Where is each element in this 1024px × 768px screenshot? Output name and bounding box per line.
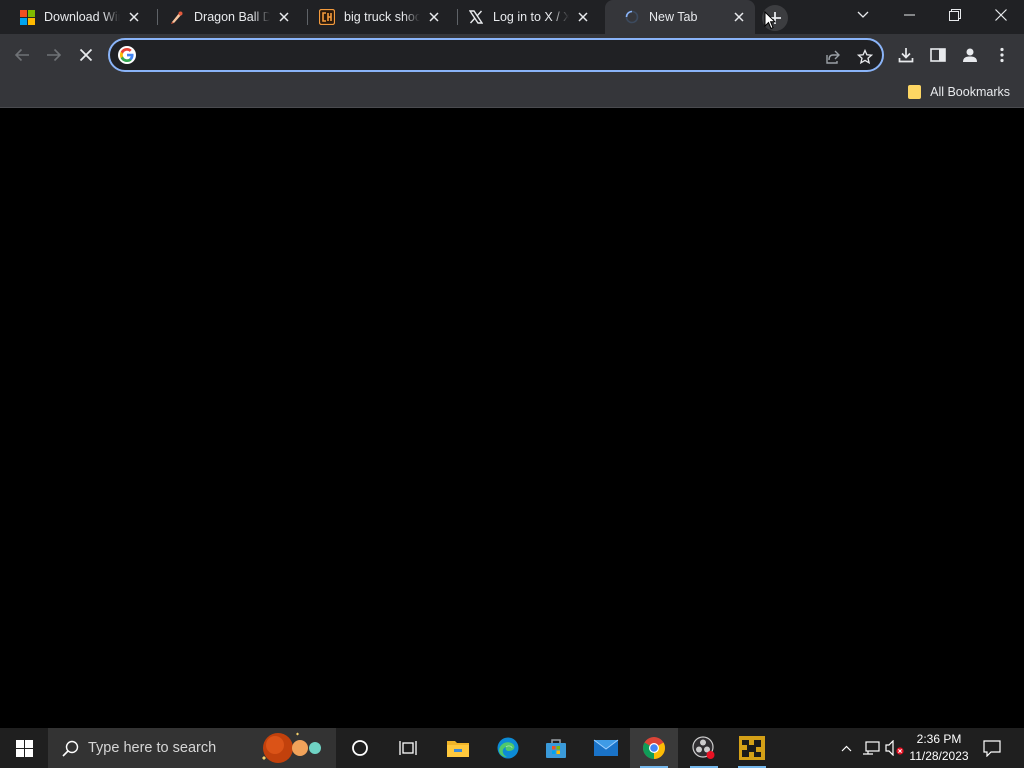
microsoft-store-button[interactable] (532, 728, 580, 768)
kebab-menu-icon (1000, 47, 1004, 63)
arrow-left-icon (14, 48, 29, 62)
all-bookmarks-button[interactable]: All Bookmarks (908, 82, 1010, 102)
windows-logo-icon (15, 739, 33, 757)
store-icon (546, 739, 566, 758)
clock-date: 11/28/2023 (909, 749, 969, 763)
start-button[interactable] (0, 728, 48, 768)
bookmarks-bar: All Bookmarks (0, 76, 1024, 108)
chrome-button[interactable] (630, 728, 678, 768)
tab-title: big truck shooter (344, 10, 420, 24)
address-bar[interactable] (108, 38, 884, 72)
folder-icon (908, 85, 922, 99)
close-window-button[interactable] (978, 0, 1024, 30)
action-center-button[interactable] (978, 728, 1006, 768)
star-icon[interactable] (854, 46, 876, 68)
chevron-down-icon (857, 11, 869, 18)
mail-button[interactable] (582, 728, 630, 768)
close-icon (995, 9, 1007, 21)
close-icon[interactable] (731, 9, 747, 25)
show-hidden-icons-button[interactable] (836, 728, 856, 768)
tab-strip: Download Windows Dragon Ball Desktop big… (0, 0, 1024, 34)
edge-icon (497, 737, 519, 759)
volume-button[interactable] (884, 728, 906, 768)
network-icon (863, 741, 880, 755)
chrome-icon (643, 737, 665, 759)
tab-title: Download Windows (44, 10, 120, 24)
close-icon[interactable] (276, 9, 292, 25)
downloads-button[interactable] (892, 41, 920, 69)
close-icon[interactable] (575, 9, 591, 25)
tab-log-in-to-x[interactable]: Log in to X / X (449, 0, 599, 34)
search-highlight-image (262, 732, 321, 763)
file-explorer-button[interactable] (434, 728, 482, 768)
volume-muted-icon (885, 740, 904, 756)
avatar-icon (963, 48, 977, 62)
taskbar-clock[interactable]: 2:36 PM 11/28/2023 (906, 731, 972, 765)
game-app-icon (739, 736, 765, 760)
mail-icon (593, 739, 619, 756)
task-view-button[interactable] (384, 728, 432, 768)
page-content (0, 108, 1024, 728)
taskbar-search-box[interactable]: Type here to search (48, 728, 336, 768)
chevron-up-icon (841, 745, 851, 751)
tab-search-button[interactable] (840, 0, 886, 30)
minimize-icon (903, 14, 915, 16)
minimize-button[interactable] (886, 0, 932, 30)
game-app-button[interactable] (728, 728, 776, 768)
folder-icon (447, 741, 469, 757)
menu-button[interactable] (988, 41, 1016, 69)
windows-taskbar: Type here to search 2:36 PM 11/28/2023 (0, 728, 1024, 768)
google-logo-icon (118, 46, 136, 64)
restore-button[interactable] (932, 0, 978, 30)
close-icon[interactable] (126, 9, 142, 25)
tab-download-windows[interactable]: Download Windows (0, 0, 150, 34)
tab-title: New Tab (649, 10, 698, 24)
tab-big-truck-shooter[interactable]: big truck shooter (300, 0, 450, 34)
cortana-icon (352, 740, 368, 756)
mouse-cursor-icon (764, 10, 777, 35)
close-icon (79, 48, 93, 62)
loading-spinner-icon (624, 9, 640, 25)
restore-icon (949, 9, 961, 21)
x-logo-icon (468, 9, 484, 25)
address-input[interactable] (146, 46, 806, 66)
notification-icon (983, 739, 1001, 757)
back-button[interactable] (8, 41, 36, 69)
profile-button[interactable] (956, 41, 984, 69)
arrow-right-icon (47, 48, 62, 62)
crazygames-icon (319, 9, 335, 25)
tab-title: Log in to X / X (493, 10, 569, 24)
network-button[interactable] (860, 728, 882, 768)
dragon-ball-icon (169, 9, 185, 25)
tab-title: Dragon Ball Desktop (194, 10, 270, 24)
forward-button[interactable] (40, 41, 68, 69)
microsoft-logo-icon (19, 9, 35, 25)
browser-toolbar (0, 34, 1024, 76)
close-icon[interactable] (426, 9, 442, 25)
obs-icon (692, 736, 715, 759)
share-icon[interactable] (822, 46, 844, 68)
side-panel-icon (930, 48, 946, 62)
search-icon (60, 738, 80, 758)
cortana-button[interactable] (336, 728, 384, 768)
download-icon (898, 48, 914, 63)
all-bookmarks-label: All Bookmarks (930, 85, 1010, 99)
obs-studio-button[interactable] (680, 728, 728, 768)
side-panel-button[interactable] (924, 41, 952, 69)
search-placeholder: Type here to search (88, 740, 217, 756)
clock-time: 2:36 PM (916, 732, 962, 746)
tab-new-tab[interactable]: New Tab (605, 0, 755, 34)
task-view-icon (399, 741, 417, 755)
tab-dragon-ball[interactable]: Dragon Ball Desktop (150, 0, 300, 34)
stop-loading-button[interactable] (72, 41, 100, 69)
edge-button[interactable] (484, 728, 532, 768)
